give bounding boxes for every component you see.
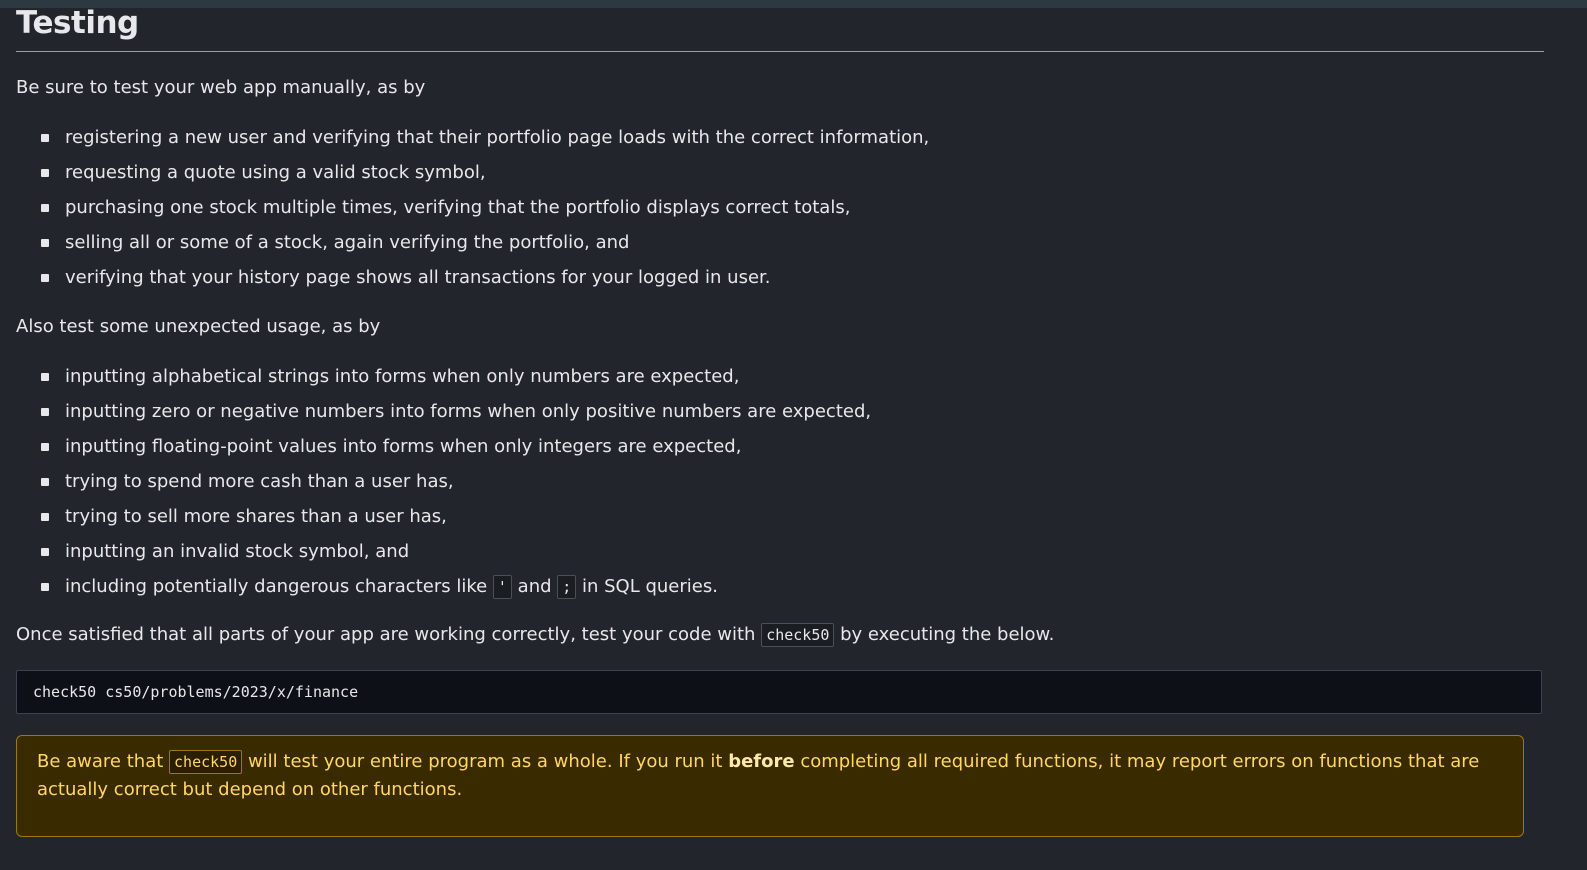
list-item-text: selling all or some of a stock, again ve…: [65, 232, 630, 253]
unexpected-testing-intro: Also test some unexpected usage, as by: [16, 316, 381, 337]
check50-text-before: Once satisfied that all parts of your ap…: [16, 624, 762, 645]
unexpected-testing-list: inputting alphabetical strings into form…: [40, 364, 871, 609]
list-item: trying to spend more cash than a user ha…: [40, 469, 871, 504]
list-item-text: requesting a quote using a valid stock s…: [65, 162, 486, 183]
bullet-icon: [41, 513, 49, 521]
list-item-text: purchasing one stock multiple times, ver…: [65, 197, 851, 218]
command-text[interactable]: check50 cs50/problems/2023/x/finance: [33, 683, 358, 701]
list-item-text-before: including potentially dangerous characte…: [65, 576, 493, 597]
bullet-icon: [41, 478, 49, 486]
bullet-icon: [41, 274, 49, 282]
list-item-text-after: in SQL queries.: [576, 576, 718, 597]
check50-paragraph: Once satisfied that all parts of your ap…: [16, 622, 1054, 648]
inline-code-check50-warning: check50: [169, 750, 243, 774]
list-item: inputting zero or negative numbers into …: [40, 399, 871, 434]
list-item: including potentially dangerous characte…: [40, 574, 871, 609]
check50-text-after: by executing the below.: [834, 624, 1055, 645]
list-item: requesting a quote using a valid stock s…: [40, 160, 929, 195]
bullet-icon: [41, 204, 49, 212]
section-title: Testing: [16, 0, 1544, 52]
list-item: selling all or some of a stock, again ve…: [40, 230, 929, 265]
bullet-icon: [41, 548, 49, 556]
inline-code-quote: ': [492, 575, 512, 599]
warning-text-before: Be aware that: [37, 751, 170, 772]
warning-alert: Be aware that check50 will test your ent…: [16, 735, 1524, 837]
manual-testing-list: registering a new user and verifying tha…: [40, 125, 929, 300]
bullet-icon: [41, 373, 49, 381]
list-item: inputting alphabetical strings into form…: [40, 364, 871, 399]
inline-code-check50: check50: [761, 623, 835, 647]
list-item-text: registering a new user and verifying tha…: [65, 127, 930, 148]
list-item: trying to sell more shares than a user h…: [40, 504, 871, 539]
list-item: purchasing one stock multiple times, ver…: [40, 195, 929, 230]
list-item: inputting floating-point values into for…: [40, 434, 871, 469]
warning-text-middle: will test your entire program as a whole…: [242, 751, 729, 772]
content: Testing Be sure to test your web app man…: [16, 0, 1544, 837]
list-item: inputting an invalid stock symbol, and: [40, 539, 871, 574]
list-item-text-middle: and: [511, 576, 558, 597]
bullet-icon: [41, 134, 49, 142]
list-item-text: inputting zero or negative numbers into …: [65, 401, 872, 422]
list-item: verifying that your history page shows a…: [40, 265, 929, 300]
list-item-text: inputting an invalid stock symbol, and: [65, 541, 410, 562]
manual-testing-intro: Be sure to test your web app manually, a…: [16, 77, 426, 98]
bullet-icon: [41, 583, 49, 591]
bullet-icon: [41, 239, 49, 247]
inline-code-semicolon: ;: [557, 575, 577, 599]
list-item-text: trying to sell more shares than a user h…: [65, 506, 447, 527]
list-item-text: inputting alphabetical strings into form…: [65, 366, 740, 387]
bullet-icon: [41, 169, 49, 177]
list-item-text: inputting floating-point values into for…: [65, 436, 742, 457]
bullet-icon: [41, 408, 49, 416]
command-code-block[interactable]: check50 cs50/problems/2023/x/finance: [16, 670, 1542, 714]
list-item-text: verifying that your history page shows a…: [65, 267, 771, 288]
list-item-text: trying to spend more cash than a user ha…: [65, 471, 454, 492]
bullet-icon: [41, 443, 49, 451]
warning-bold-text: before: [728, 751, 795, 772]
list-item: registering a new user and verifying tha…: [40, 125, 929, 160]
